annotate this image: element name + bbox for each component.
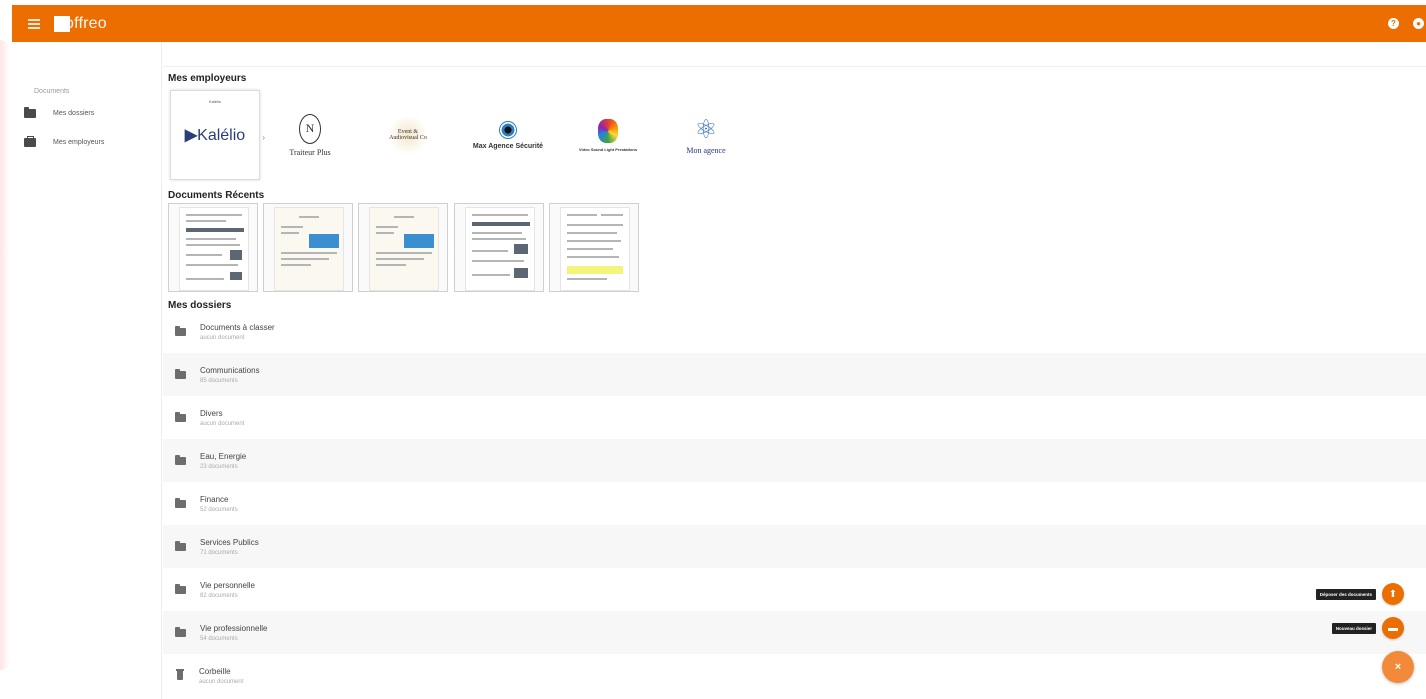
menu-icon[interactable] <box>28 18 40 29</box>
folder-icon <box>175 626 186 637</box>
folder-count: 54 documents <box>200 635 238 642</box>
folder-count: aucun document <box>199 678 244 685</box>
recent-document-thumbnail[interactable] <box>263 203 353 292</box>
flower-logo-icon <box>598 118 618 143</box>
employers-title: Mes employeurs <box>168 73 247 84</box>
folder-icon <box>175 540 186 551</box>
folder-name: Vie personnelle <box>200 580 256 590</box>
fab-close-button[interactable]: × <box>1382 651 1414 683</box>
folder-name: Services Publics <box>200 537 259 547</box>
recent-document-thumbnail[interactable] <box>168 203 258 292</box>
folder-count: aucun document <box>200 420 245 427</box>
employer-logo: ▶Kalélio <box>184 127 246 144</box>
new-folder-action: Nouveau dossier ▬ <box>1331 617 1404 639</box>
folder-row[interactable]: Services Publics 71 documents <box>163 525 1426 568</box>
sidebar-item-label: Mes employeurs <box>53 139 105 146</box>
folder-row[interactable]: Divers aucun document <box>163 396 1426 439</box>
top-app-bar: offreo ? ● <box>12 5 1426 42</box>
employer-card[interactable]: Video Sound Light Prestations <box>563 90 653 180</box>
employer-card[interactable]: Kalélio ▶Kalélio › <box>170 90 265 180</box>
left-edge-decoration <box>0 40 10 670</box>
folder-row[interactable]: Vie professionnelle 54 documents <box>163 611 1426 654</box>
atom-logo-icon: ⚛ <box>694 113 718 144</box>
folder-row-trash[interactable]: Corbeille aucun document <box>163 654 1426 697</box>
folder-count: 23 documents <box>200 463 238 470</box>
sidebar-item-label: Mes dossiers <box>53 110 95 117</box>
app-logo[interactable]: offreo <box>54 15 107 33</box>
folder-row[interactable]: Communications 85 documents <box>163 353 1426 396</box>
folder-icon <box>175 583 186 594</box>
employer-name: Traiteur Plus <box>289 147 331 157</box>
folder-row[interactable]: Documents à classer aucun document <box>163 310 1426 353</box>
recent-docs-title: Documents Récents <box>168 190 265 201</box>
upload-documents-action: Déposer des documents ⬆ <box>1315 583 1404 605</box>
employer-card[interactable]: N Traiteur Plus <box>265 90 355 180</box>
folder-icon <box>175 454 186 465</box>
employer-card[interactable]: Event & Audiovisual Co <box>363 90 453 180</box>
employer-emblem-icon: N <box>299 113 321 144</box>
employer-small-label: Kalélio <box>208 99 221 104</box>
folder-icon <box>175 368 186 379</box>
new-folder-button[interactable]: ▬ <box>1382 617 1404 639</box>
folder-name: Vie professionnelle <box>200 623 268 633</box>
sidebar-heading: Documents <box>34 88 70 95</box>
sidebar: Documents Mes dossiers Mes employeurs <box>10 42 162 699</box>
account-icon[interactable]: ● <box>1413 18 1424 29</box>
logo-text: offreo <box>65 14 107 32</box>
employer-card[interactable]: ⚛ Mon agence <box>661 90 751 180</box>
employer-card[interactable]: Max Agence Sécurité <box>463 90 553 180</box>
employer-name: Mon agence <box>686 145 726 155</box>
folder-count: 85 documents <box>200 377 238 384</box>
sidebar-item-mes-dossiers[interactable]: Mes dossiers <box>24 107 95 118</box>
folder-name: Eau, Energie <box>200 451 247 461</box>
recent-document-thumbnail[interactable] <box>549 203 639 292</box>
folder-plus-icon: ▬ <box>1388 622 1398 634</box>
folder-row[interactable]: Finance 52 documents <box>163 482 1426 525</box>
folder-count: 82 documents <box>200 592 238 599</box>
folder-row[interactable]: Vie personnelle 82 documents <box>163 568 1426 611</box>
briefcase-icon <box>24 136 36 147</box>
folder-name: Finance <box>200 494 229 504</box>
folder-name: Divers <box>200 408 223 418</box>
folder-icon <box>24 107 36 118</box>
help-icon[interactable]: ? <box>1388 18 1399 29</box>
eye-logo-icon <box>499 120 517 139</box>
folder-count: 52 documents <box>200 506 238 513</box>
folder-name: Documents à classer <box>200 322 275 332</box>
folder-name: Corbeille <box>199 666 231 676</box>
employer-logo-icon: Event & Audiovisual Co <box>388 115 428 155</box>
recent-document-thumbnail[interactable] <box>358 203 448 292</box>
trash-icon <box>176 669 184 680</box>
sidebar-item-mes-employeurs[interactable]: Mes employeurs <box>24 136 105 147</box>
folder-icon <box>175 497 186 508</box>
main-content: Mes employeurs Kalélio ▶Kalélio › N Trai… <box>163 42 1426 699</box>
upload-tooltip: Déposer des documents <box>1315 588 1376 600</box>
folder-row[interactable]: Eau, Energie 23 documents <box>163 439 1426 482</box>
folder-count: aucun document <box>200 334 245 341</box>
folder-icon <box>175 325 186 336</box>
upload-button[interactable]: ⬆ <box>1382 583 1404 605</box>
new-folder-tooltip: Nouveau dossier <box>1331 622 1376 634</box>
recent-document-thumbnail[interactable] <box>454 203 544 292</box>
employer-name: Max Agence Sécurité <box>472 142 544 150</box>
upload-icon: ⬆ <box>1388 588 1398 600</box>
folder-icon <box>175 411 186 422</box>
folder-count: 71 documents <box>200 549 238 556</box>
employer-name: Video Sound Light Prestations <box>578 146 638 152</box>
divider <box>163 66 1426 67</box>
folder-name: Communications <box>200 365 260 375</box>
close-icon: × <box>1394 661 1402 673</box>
